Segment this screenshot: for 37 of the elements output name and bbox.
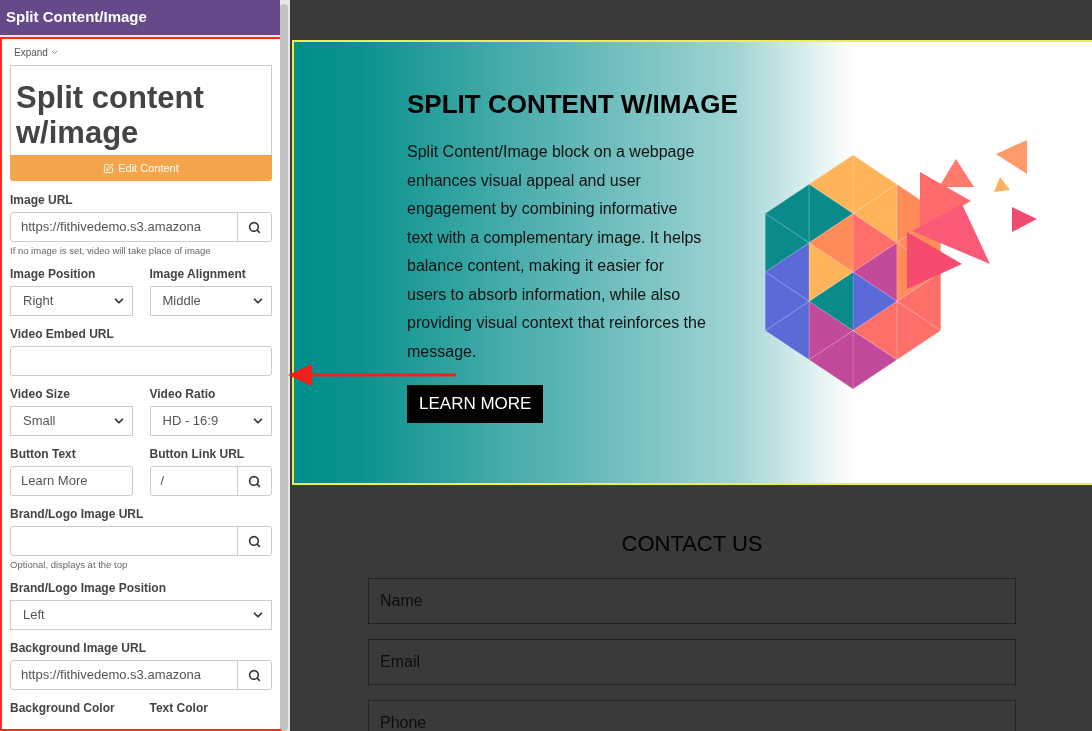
field-label: Video Ratio — [149, 387, 217, 401]
field-label: Brand/Logo Image URL — [10, 507, 145, 521]
field-label: Background Color — [10, 701, 116, 715]
search-icon — [248, 668, 261, 682]
hero-paragraph: Split Content/Image block on a webpage enhances visual appeal and user engagement by combining informative text with a complementary image. It helps balance content, making it easier for users to absorb information, while also providing visual context that reinforces the message. — [407, 142, 707, 362]
select-dropdown[interactable]: Right — [10, 286, 133, 316]
field-label: Image Alignment — [149, 267, 247, 281]
scrollbar[interactable] — [280, 4, 288, 731]
help-text: If no image is set, video will take place of image — [10, 245, 212, 256]
field-label: Button Text — [10, 447, 77, 461]
select-dropdown[interactable]: Small — [10, 406, 133, 436]
select-dropdown[interactable]: HD - 16:9 — [149, 406, 272, 436]
field-label: Background Image URL — [10, 641, 148, 655]
contact-heading: CONTACT US — [621, 530, 763, 558]
expand-toggle[interactable]: Expand — [14, 45, 59, 60]
select-dropdown[interactable]: Left — [10, 600, 272, 630]
chevron-icon — [49, 48, 59, 57]
input-field[interactable]: Learn More — [10, 466, 133, 496]
input-field[interactable]: https://fithivedemo.s3.amazona — [10, 660, 272, 690]
search-icon — [248, 220, 261, 234]
field-label: Image URL — [10, 193, 74, 207]
input-field[interactable]: https://fithivedemo.s3.amazona — [10, 212, 272, 242]
field-label: Text Color — [149, 701, 209, 715]
hero-title: SPLIT CONTENT W/IMAGE — [407, 88, 738, 121]
field-label: Video Embed URL — [10, 327, 115, 341]
search-icon — [248, 534, 261, 548]
field-label: Button Link URL — [149, 447, 246, 461]
help-text: Optional, displays at the top — [10, 559, 129, 570]
field-label: Brand/Logo Image Position — [10, 581, 167, 595]
field-label: Video Size — [10, 387, 71, 401]
search-icon — [248, 474, 261, 488]
edit-icon — [103, 162, 115, 174]
select-dropdown[interactable]: Middle — [149, 286, 272, 316]
input-field[interactable]: / — [149, 466, 272, 496]
learn-more-button[interactable]: LEARN MORE — [407, 385, 544, 423]
panel-header: Split Content/Image — [0, 0, 280, 35]
field-label: Image Position — [10, 267, 97, 281]
